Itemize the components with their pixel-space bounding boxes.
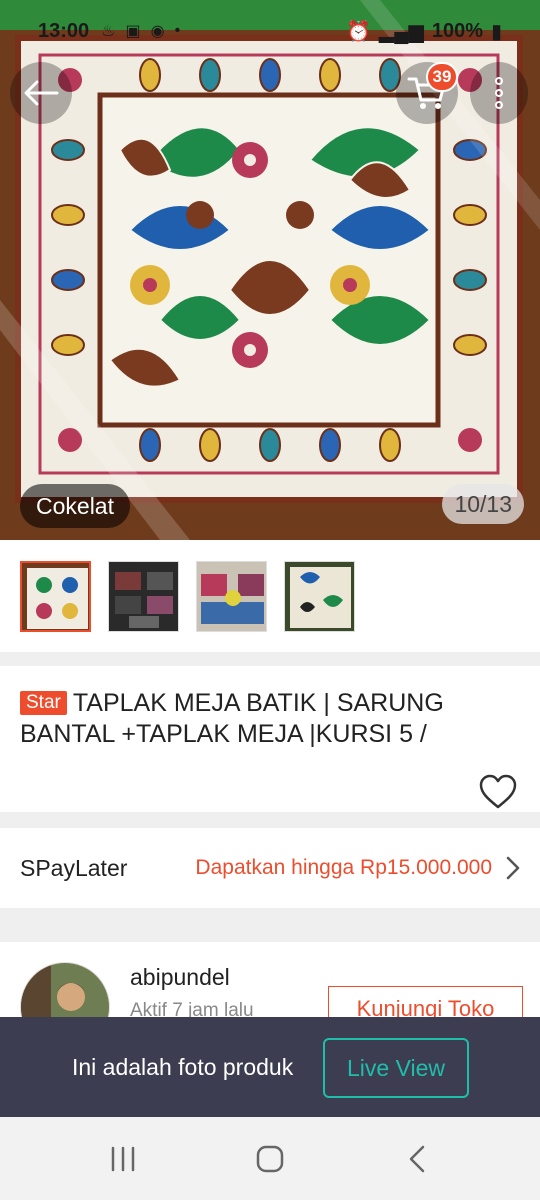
product-screen: 13:00 ♨ ▣ ◉ • ⏰ ▂▄▆ 100% ▮ 39 Cokelat 10…	[0, 0, 540, 1200]
thumbnail-sofa-set	[197, 561, 266, 631]
chevron-right-icon	[506, 856, 520, 880]
batik-illustration	[0, 0, 540, 540]
thumbnail-strip	[0, 540, 540, 652]
spaylater-row[interactable]: SPayLater Dapatkan hingga Rp15.000.000	[0, 828, 540, 908]
star-badge: Star	[20, 691, 67, 715]
back-button[interactable]	[10, 62, 72, 124]
product-photo-banner: Ini adalah foto produk Live View	[0, 1017, 540, 1117]
recent-apps-button[interactable]	[93, 1129, 153, 1189]
notification-icons: ♨ ▣ ◉ •	[101, 21, 180, 41]
thumbnail-2[interactable]	[108, 560, 179, 632]
status-bar: 13:00 ♨ ▣ ◉ • ⏰ ▂▄▆ 100% ▮	[0, 0, 540, 62]
dot-icon: •	[174, 22, 181, 39]
live-view-button[interactable]: Live View	[323, 1038, 469, 1098]
cart-count-badge: 39	[426, 62, 458, 92]
product-title-card: Star TAPLAK MEJA BATIK | SARUNG BANTAL +T…	[0, 666, 540, 812]
arrow-left-icon	[24, 80, 59, 106]
home-button[interactable]	[240, 1129, 300, 1189]
status-right: ⏰ ▂▄▆ 100% ▮	[346, 19, 502, 44]
product-title: TAPLAK MEJA BATIK | SARUNG BANTAL +TAPLA…	[20, 689, 444, 748]
thumbnail-folded-fabrics	[109, 561, 178, 631]
thumbnail-4[interactable]	[284, 560, 355, 632]
thumbnail-batik-pattern	[285, 561, 354, 631]
variant-label: Cokelat	[20, 484, 130, 528]
home-icon	[256, 1145, 284, 1172]
more-vertical-icon	[495, 77, 503, 109]
battery-text: 100%	[431, 19, 483, 42]
status-time: 13:00	[38, 19, 90, 42]
shop-name[interactable]: abipundel	[130, 964, 230, 991]
spaylater-offer: Dapatkan hingga Rp15.000.000	[195, 856, 492, 879]
app-icon: ◉	[150, 23, 165, 40]
banner-text: Ini adalah foto produk	[72, 1053, 294, 1080]
nav-back-button[interactable]	[387, 1129, 447, 1189]
alarm-icon: ⏰	[345, 20, 371, 43]
favorite-button[interactable]	[478, 774, 518, 810]
thumbnail-1[interactable]	[20, 560, 91, 632]
image-icon: ▣	[125, 23, 141, 40]
product-image[interactable]: 13:00 ♨ ▣ ◉ • ⏰ ▂▄▆ 100% ▮ 39 Cokelat 10…	[0, 0, 540, 540]
battery-icon: ▮	[490, 20, 502, 43]
more-options-button[interactable]	[470, 62, 528, 124]
product-title-line: Star TAPLAK MEJA BATIK | SARUNG BANTAL +T…	[20, 688, 520, 750]
chevron-left-icon	[409, 1145, 424, 1172]
recents-icon	[112, 1146, 135, 1171]
thumbnail-batik-tablecloth	[22, 562, 89, 630]
signal-icon: ▂▄▆	[378, 20, 424, 43]
image-counter: 10/13	[442, 484, 524, 524]
system-nav-bar	[0, 1117, 540, 1200]
notification-icon: ♨	[101, 23, 116, 40]
thumbnail-3[interactable]	[196, 560, 267, 632]
spaylater-label: SPayLater	[20, 854, 128, 881]
heart-icon	[479, 774, 517, 809]
